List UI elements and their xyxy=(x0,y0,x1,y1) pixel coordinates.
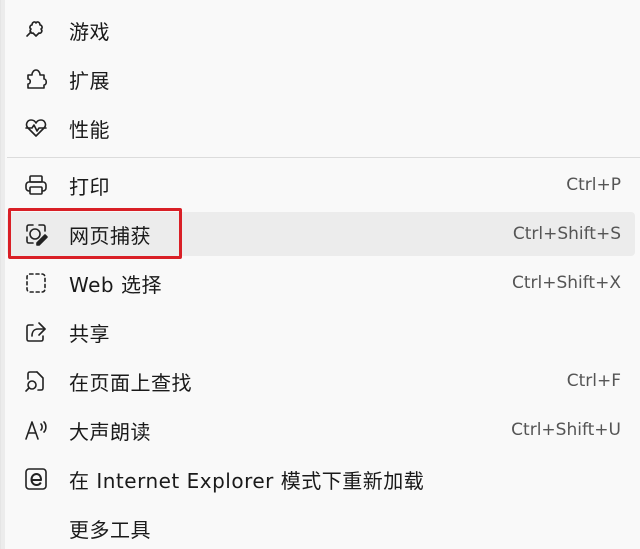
menu-divider xyxy=(7,157,640,158)
menu-item-label: 性能 xyxy=(69,117,110,142)
menu-left-edge xyxy=(1,0,5,549)
ie-icon xyxy=(23,466,49,492)
menu-item-label: 大声朗读 xyxy=(69,419,151,444)
menu-item-label: 扩展 xyxy=(69,68,110,93)
performance-icon xyxy=(23,115,49,141)
shortcut-hint: Ctrl+Shift+S xyxy=(512,224,621,244)
menu-item-more-tools[interactable]: 更多工具 xyxy=(7,506,635,549)
menu-item-games[interactable]: 游戏 xyxy=(7,8,635,52)
menu-item-label: 共享 xyxy=(69,321,110,346)
games-icon xyxy=(23,17,49,43)
extensions-icon xyxy=(23,66,49,92)
menu-item-find-on-page[interactable]: 在页面上查找 Ctrl+F xyxy=(7,359,635,403)
menu-item-web-select[interactable]: Web 选择 Ctrl+Shift+X xyxy=(7,261,635,305)
shortcut-hint: Ctrl+Shift+U xyxy=(511,420,621,440)
browser-context-menu: 游戏 扩展 性能 打印 Ctrl+P 网页捕获 Ctrl+Shift+S Web… xyxy=(0,0,640,549)
menu-item-extensions[interactable]: 扩展 xyxy=(7,57,635,101)
print-icon xyxy=(23,172,49,198)
shortcut-hint: Ctrl+P xyxy=(566,175,621,195)
menu-item-label: Web 选择 xyxy=(69,272,162,297)
menu-item-read-aloud[interactable]: 大声朗读 Ctrl+Shift+U xyxy=(7,408,635,452)
menu-item-label: 打印 xyxy=(69,174,110,199)
shortcut-hint: Ctrl+F xyxy=(566,371,621,391)
menu-item-label: 游戏 xyxy=(69,19,110,44)
menu-item-reload-ie-mode[interactable]: 在 Internet Explorer 模式下重新加载 xyxy=(7,457,635,501)
menu-item-label: 更多工具 xyxy=(69,517,151,542)
read-aloud-icon xyxy=(23,417,49,443)
menu-item-print[interactable]: 打印 Ctrl+P xyxy=(7,163,635,207)
menu-item-performance[interactable]: 性能 xyxy=(7,106,635,150)
menu-item-label: 在 Internet Explorer 模式下重新加载 xyxy=(69,468,425,493)
find-icon xyxy=(23,368,49,394)
web-select-icon xyxy=(23,270,49,296)
share-icon xyxy=(23,319,49,345)
menu-item-label: 在页面上查找 xyxy=(69,370,192,395)
highlight-annotation-box xyxy=(8,208,182,259)
menu-item-share[interactable]: 共享 xyxy=(7,310,635,354)
shortcut-hint: Ctrl+Shift+X xyxy=(511,273,621,293)
